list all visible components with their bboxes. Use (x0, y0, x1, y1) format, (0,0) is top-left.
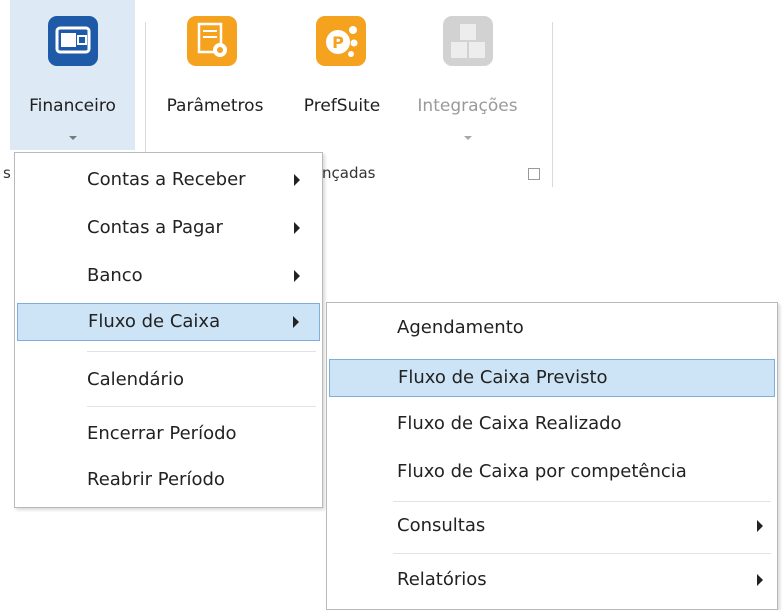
menu-item-calendario[interactable]: Calendário (17, 361, 320, 399)
menu-separator (393, 553, 771, 554)
group-label: nçadas (322, 164, 376, 182)
parametros-button[interactable]: Parâmetros (155, 0, 275, 140)
financeiro-label: Financeiro (29, 96, 116, 116)
submenu-item-agendamento[interactable]: Agendamento (329, 309, 775, 347)
chevron-right-icon (294, 270, 300, 282)
chevron-right-icon (757, 574, 763, 586)
wallet-icon (48, 16, 98, 66)
menu-item-contas-a-pagar[interactable]: Contas a Pagar (17, 209, 320, 247)
submenu-item-fluxo-de-caixa-previsto[interactable]: Fluxo de Caixa Previsto (329, 359, 775, 397)
prefsuite-logo-icon: P (316, 16, 366, 66)
submenu-item-consultas[interactable]: Consultas (329, 507, 775, 545)
submenu-item-fluxo-de-caixa-por-competencia[interactable]: Fluxo de Caixa por competência (329, 453, 775, 491)
menu-item-fluxo-de-caixa[interactable]: Fluxo de Caixa (17, 303, 320, 341)
integracoes-label: Integrações (417, 96, 518, 116)
menu-item-label: Banco (87, 265, 143, 286)
financeiro-button[interactable]: Financeiro (10, 0, 135, 150)
menu-item-contas-a-receber[interactable]: Contas a Receber (17, 161, 320, 199)
menu-item-label: Reabrir Período (87, 469, 225, 490)
chevron-right-icon (757, 520, 763, 532)
menu-item-encerrar-periodo[interactable]: Encerrar Período (17, 415, 320, 453)
settings-icon (187, 16, 237, 66)
parametros-label: Parâmetros (166, 96, 264, 116)
chevron-down-icon (68, 136, 77, 140)
dialog-launcher-icon[interactable] (528, 168, 540, 180)
menu-separator (87, 351, 316, 352)
chevron-down-icon (463, 136, 472, 140)
menu-item-label: Fluxo de Caixa (88, 311, 221, 332)
submenu-item-label: Agendamento (397, 317, 524, 338)
menu-item-reabrir-periodo[interactable]: Reabrir Período (17, 461, 320, 499)
integracoes-button[interactable]: Integrações (405, 0, 530, 150)
menu-item-banco[interactable]: Banco (17, 257, 320, 295)
submenu-item-label: Relatórios (397, 569, 487, 590)
prefsuite-label: PrefSuite (303, 96, 381, 116)
submenu-item-fluxo-de-caixa-realizado[interactable]: Fluxo de Caixa Realizado (329, 405, 775, 443)
menu-item-label: Encerrar Período (87, 423, 237, 444)
menu-item-label: Calendário (87, 369, 184, 390)
menu-item-label: Contas a Pagar (87, 217, 223, 238)
chevron-right-icon (293, 316, 299, 328)
menu-separator (393, 501, 771, 502)
prefsuite-button[interactable]: P PrefSuite (292, 0, 392, 140)
group-label-fragment: s (3, 164, 11, 182)
submenu-item-label: Fluxo de Caixa Previsto (398, 367, 608, 388)
ribbon-separator (552, 22, 553, 187)
submenu-item-label: Fluxo de Caixa por competência (397, 461, 687, 482)
svg-text:P: P (332, 33, 344, 52)
menu-item-label: Contas a Receber (87, 169, 246, 190)
submenu-item-relatorios[interactable]: Relatórios (329, 561, 775, 599)
menu-separator (87, 406, 316, 407)
submenu-item-label: Fluxo de Caixa Realizado (397, 413, 622, 434)
chevron-right-icon (294, 174, 300, 186)
fluxo-de-caixa-submenu: Agendamento Fluxo de Caixa Previsto Flux… (326, 302, 778, 610)
submenu-item-label: Consultas (397, 515, 486, 536)
financeiro-menu: Contas a Receber Contas a Pagar Banco Fl… (14, 152, 323, 508)
cubes-icon (443, 16, 493, 66)
chevron-right-icon (294, 222, 300, 234)
